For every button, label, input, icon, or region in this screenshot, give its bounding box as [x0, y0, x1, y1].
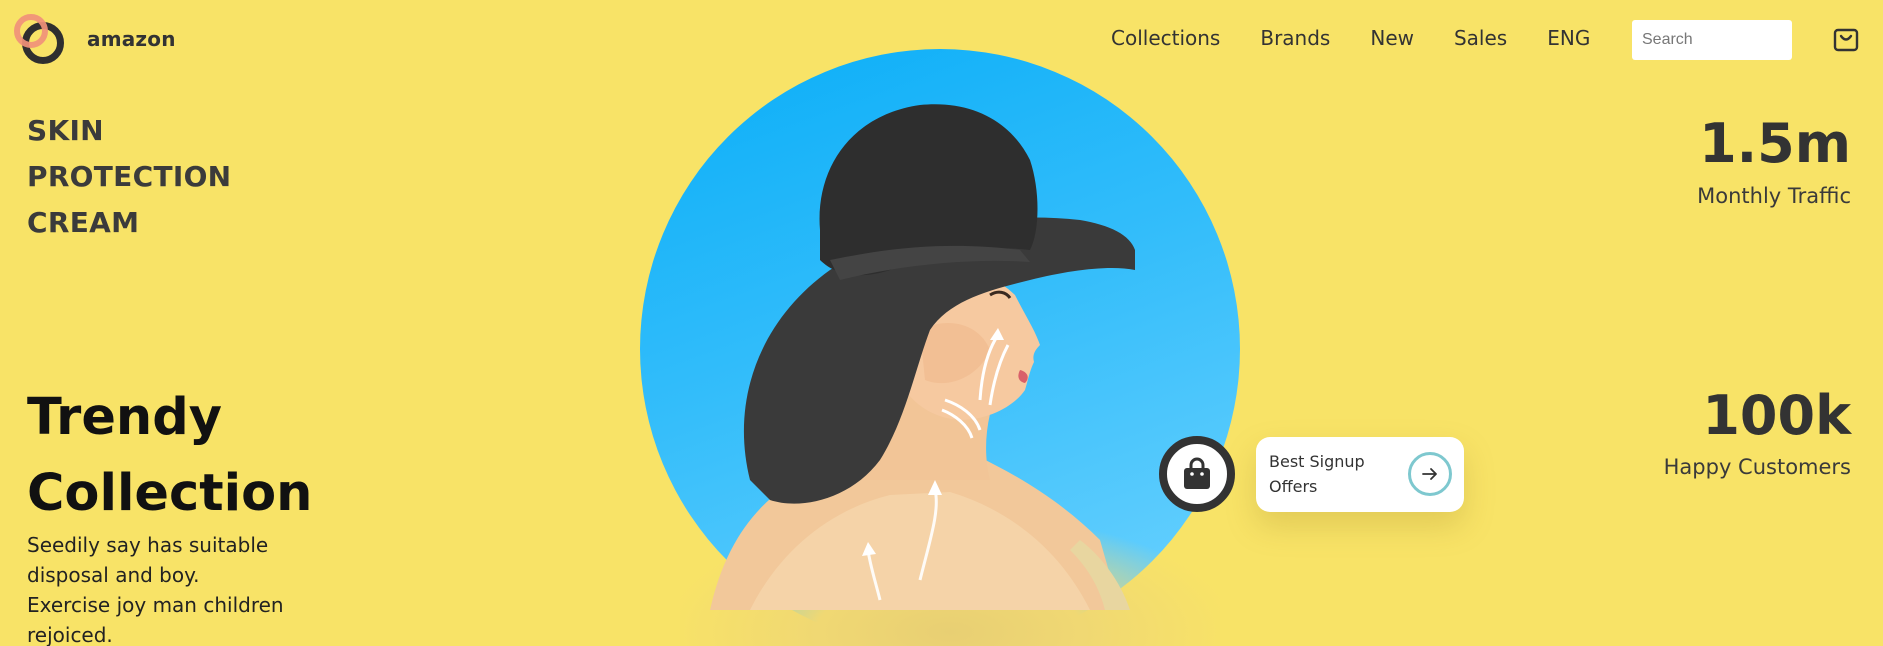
shopping-bag-icon[interactable]: [1833, 27, 1859, 53]
nav-item-language[interactable]: ENG: [1547, 26, 1590, 50]
offer-line: Offers: [1269, 477, 1318, 496]
headline-line: Collection: [27, 464, 313, 523]
nav-item-collections[interactable]: Collections: [1111, 26, 1220, 50]
arrow-right-icon[interactable]: [1408, 452, 1452, 496]
product-line: PROTECTION: [27, 160, 232, 193]
stat-customers-label: Happy Customers: [1663, 455, 1851, 479]
stat-customers-value: 100k: [1702, 384, 1851, 447]
description-line: Exercise joy man children: [27, 593, 284, 617]
description-line: disposal and boy.: [27, 563, 200, 587]
product-name: SKIN PROTECTION CREAM: [27, 108, 231, 246]
offer-line: Best Signup: [1269, 452, 1365, 471]
stat-traffic-value: 1.5m: [1699, 112, 1851, 175]
signup-offer-card[interactable]: Best Signup Offers: [1256, 437, 1464, 512]
logo-icon[interactable]: [14, 14, 70, 66]
main-nav: Collections Brands New Sales ENG: [1111, 26, 1590, 50]
brand-name[interactable]: amazon: [87, 27, 176, 51]
hero-description: Seedily say has suitable disposal and bo…: [27, 530, 307, 646]
stat-traffic-label: Monthly Traffic: [1697, 184, 1851, 208]
woman-in-hat-image: [710, 104, 1135, 610]
bag-icon[interactable]: [1159, 436, 1235, 512]
headline-line: Trendy: [27, 388, 222, 447]
product-line: SKIN: [27, 114, 104, 147]
nav-item-new[interactable]: New: [1370, 26, 1414, 50]
nav-item-brands[interactable]: Brands: [1260, 26, 1330, 50]
product-line: CREAM: [27, 206, 140, 239]
search-input[interactable]: [1632, 20, 1792, 60]
hero-headline: Trendy Collection: [27, 380, 312, 532]
description-line: rejoiced.: [27, 623, 113, 646]
nav-item-sales[interactable]: Sales: [1454, 26, 1507, 50]
offer-text: Best Signup Offers: [1269, 449, 1389, 499]
landing-page: amazon Collections Brands New Sales ENG …: [0, 0, 1883, 646]
description-line: Seedily say has suitable: [27, 533, 269, 557]
